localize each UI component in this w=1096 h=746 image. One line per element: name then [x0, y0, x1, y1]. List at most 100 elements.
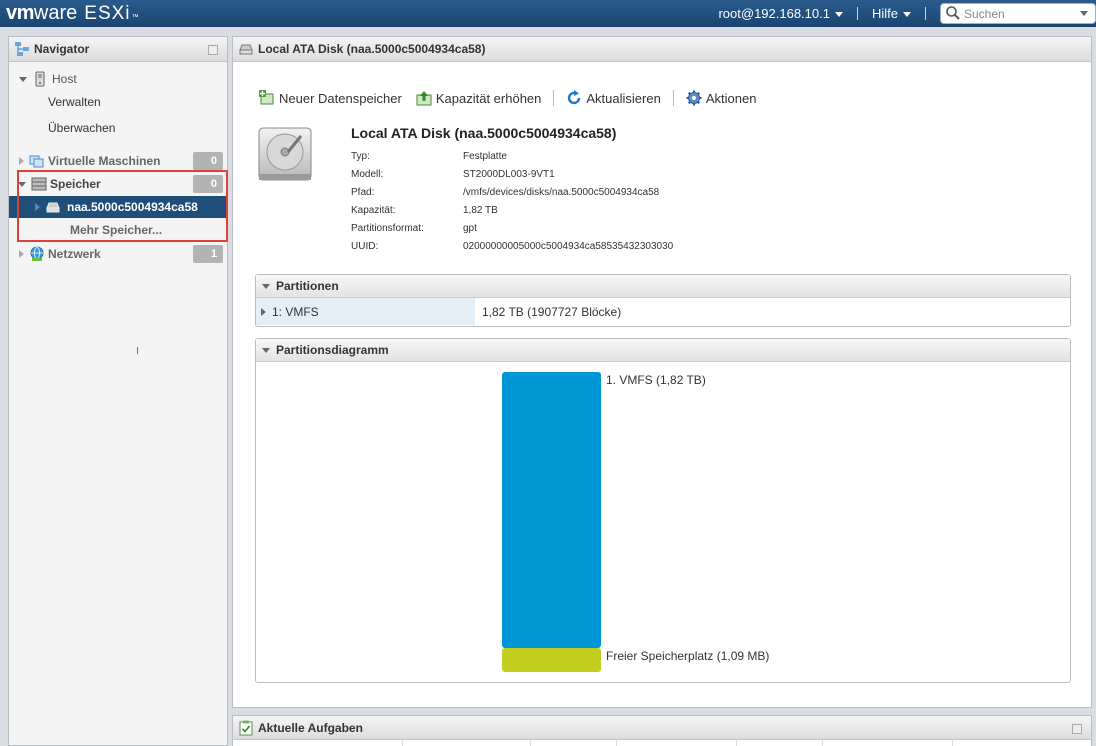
expand-icon[interactable]: [261, 307, 266, 316]
nav-item-host[interactable]: Host: [9, 68, 227, 90]
toolbar: Neuer Datenspeicher Kapazität erhöhen Ak…: [259, 88, 756, 108]
partition-segment: [502, 372, 601, 648]
user-menu[interactable]: root@192.168.10.1: [718, 6, 843, 21]
help-menu-label: Hilfe: [871, 6, 898, 21]
nav-item-network[interactable]: Netzwerk 1: [9, 243, 227, 265]
divider: [672, 90, 674, 106]
property-value: Festplatte: [463, 150, 507, 162]
minimize-icon[interactable]: [1072, 724, 1082, 734]
nav-item-disk[interactable]: naa.5000c5004934ca58: [9, 196, 227, 218]
partition-name-cell: 1: VMFS: [256, 298, 475, 325]
property-value: /vmfs/devices/disks/naa.5000c5004934ca58: [463, 186, 660, 198]
increase-capacity-button[interactable]: Kapazität erhöhen: [416, 90, 542, 106]
actions-label: Aktionen: [705, 90, 757, 106]
property-label: Modell:: [351, 168, 384, 180]
search-input[interactable]: [964, 5, 1074, 22]
new-datastore-button[interactable]: Neuer Datenspeicher: [259, 90, 402, 106]
logo-tm: ™: [131, 14, 139, 21]
nav-item-label: Speicher: [50, 177, 101, 191]
partition-row[interactable]: 1: VMFS 1,82 TB (1907727 Blöcke): [256, 298, 1070, 325]
property-value: ST2000DL003-9VT1: [463, 168, 555, 180]
collapse-icon[interactable]: [262, 283, 270, 289]
actions-button[interactable]: Aktionen: [686, 90, 757, 106]
new-datastore-label: Neuer Datenspeicher: [279, 90, 402, 106]
minimize-icon[interactable]: [208, 45, 218, 55]
column-header[interactable]: [233, 740, 403, 746]
gear-icon: [686, 90, 702, 106]
main-header-title: Local ATA Disk (naa.5000c5004934ca58): [258, 42, 486, 56]
storage-icon: [31, 176, 47, 192]
property-label: UUID:: [351, 240, 379, 252]
property-value: 02000000005000c5004934ca58535432303030: [463, 240, 674, 252]
main-header: Local ATA Disk (naa.5000c5004934ca58): [233, 37, 1091, 62]
count-badge: 1: [193, 245, 223, 263]
disk-properties: Typ: Festplatte Modell: ST2000DL003-9VT1 P…: [351, 147, 673, 255]
chevron-down-icon: [834, 12, 843, 17]
hard-disk-icon: [257, 126, 313, 184]
help-menu[interactable]: Hilfe: [872, 6, 911, 21]
navigator-icon: [14, 41, 30, 57]
property-row: Partitionsformat: gpt: [351, 219, 673, 237]
refresh-label: Aktualisieren: [586, 90, 661, 106]
navigator-panel: Navigator Host Verwalten Überwachen Virt…: [8, 36, 228, 746]
nav-item-label: Netzwerk: [48, 247, 101, 261]
count-badge: 0: [193, 152, 223, 170]
refresh-button[interactable]: Aktualisieren: [566, 90, 661, 106]
partition-diagram: 1. VMFS (1,82 TB) Freier Speicherplatz (1…: [256, 362, 1070, 682]
partition-size: 1,82 TB (1907727 Blöcke): [482, 304, 622, 319]
vm-icon: [29, 153, 45, 169]
expand-icon[interactable]: [35, 203, 40, 211]
partition-segment-label: Freier Speicherplatz (1,09 MB): [606, 649, 769, 663]
top-bar: vm ware ESXi ™ root@192.168.10.1 Hilfe: [0, 0, 1096, 27]
nav-item-label: Verwalten: [48, 95, 101, 109]
partitions-header[interactable]: Partitionen: [256, 275, 1070, 298]
nav-item-storage[interactable]: Speicher 0: [9, 173, 227, 195]
network-icon: [29, 246, 45, 262]
recent-tasks-panel: Aktuelle Aufgaben: [232, 715, 1092, 746]
property-label: Pfad:: [351, 186, 375, 198]
nav-item-verwalten[interactable]: Verwalten: [9, 91, 227, 113]
logo-product: ESXi: [84, 3, 131, 24]
column-header[interactable]: [737, 740, 823, 746]
disk-icon: [238, 41, 254, 57]
expand-icon[interactable]: [19, 250, 24, 258]
nav-item-virtual-machines[interactable]: Virtuelle Maschinen 0: [9, 150, 227, 172]
logo-ware: ware: [33, 2, 78, 24]
nav-item-label: naa.5000c5004934ca58: [67, 200, 198, 214]
divider: [856, 7, 858, 20]
nav-item-label: Überwachen: [48, 121, 116, 135]
expand-icon[interactable]: [19, 157, 24, 165]
column-header[interactable]: [403, 740, 531, 746]
property-row: UUID: 02000000005000c5004934ca58535432303…: [351, 237, 673, 255]
expand-icon[interactable]: [18, 181, 26, 187]
partition-diagram-section: Partitionsdiagramm 1. VMFS (1,82 TB) Frei…: [255, 338, 1071, 683]
column-header[interactable]: [617, 740, 737, 746]
navigator-title: Navigator: [34, 42, 90, 56]
column-header[interactable]: [531, 740, 617, 746]
partition-diagram-title: Partitionsdiagramm: [276, 343, 389, 357]
recent-tasks-header: Aktuelle Aufgaben: [233, 716, 1091, 740]
chevron-down-icon[interactable]: [1080, 11, 1088, 16]
refresh-icon: [566, 90, 582, 106]
increase-capacity-label: Kapazität erhöhen: [435, 90, 542, 106]
partitions-section: Partitionen 1: VMFS 1,82 TB (1907727 Blö…: [255, 274, 1071, 327]
collapse-icon[interactable]: [262, 347, 270, 353]
main-panel: Local ATA Disk (naa.5000c5004934ca58) Ne…: [232, 36, 1092, 708]
search-box[interactable]: [940, 3, 1096, 24]
partition-diagram-header[interactable]: Partitionsdiagramm: [256, 339, 1070, 362]
nav-item-more-storage[interactable]: Mehr Speicher...: [9, 219, 227, 241]
column-header[interactable]: [823, 740, 953, 746]
host-icon: [32, 71, 48, 87]
nav-item-label: Host: [52, 72, 77, 86]
property-value: 1,82 TB: [463, 204, 498, 216]
tasks-column-headers: [233, 740, 1091, 746]
partitions-title: Partitionen: [276, 279, 339, 293]
search-icon: [945, 5, 963, 23]
count-badge: 0: [193, 175, 223, 193]
nav-item-ueberwachen[interactable]: Überwachen: [9, 117, 227, 139]
disk-title: Local ATA Disk (naa.5000c5004934ca58): [351, 125, 617, 141]
partition-segment-label: 1. VMFS (1,82 TB): [606, 373, 706, 387]
divider: [553, 90, 555, 106]
expand-icon[interactable]: [19, 76, 27, 82]
partition-diagram-svg: 1. VMFS (1,82 TB) Freier Speicherplatz (1…: [502, 372, 769, 672]
